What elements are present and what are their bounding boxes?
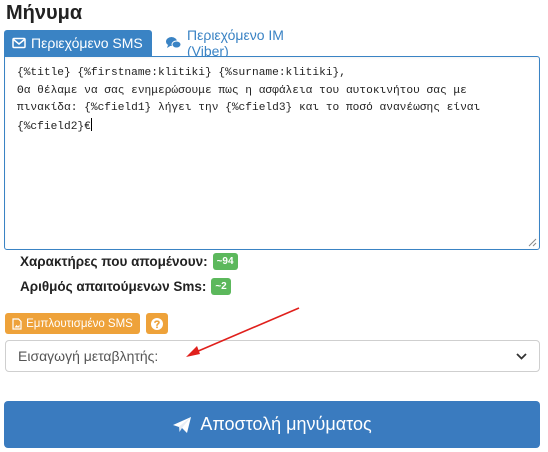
help-button[interactable] bbox=[146, 313, 168, 334]
insert-variable-select[interactable]: Εισαγωγή μεταβλητής: bbox=[5, 340, 540, 372]
question-circle-icon bbox=[151, 317, 163, 330]
remaining-characters: Χαρακτήρες που απομένουν: ~94 bbox=[20, 253, 238, 270]
tab-sms-content[interactable]: Περιεχόμενο SMS bbox=[4, 30, 152, 56]
message-text: {%title} {%firstname:klitiki} {%surname:… bbox=[17, 67, 481, 133]
chat-bubbles-icon bbox=[166, 37, 182, 49]
tab-viber-content[interactable]: Περιεχόμενο IM (Viber) bbox=[157, 27, 337, 59]
send-message-button[interactable]: Αποστολή μηνύματος bbox=[4, 401, 540, 448]
rich-sms-button[interactable]: Εμπλουτισμένο SMS bbox=[5, 313, 140, 334]
rich-sms-label: Εμπλουτισμένο SMS bbox=[26, 317, 133, 330]
envelope-icon bbox=[12, 37, 26, 49]
remaining-characters-badge: ~94 bbox=[212, 253, 238, 270]
required-sms-badge: ~2 bbox=[211, 278, 231, 295]
send-message-label: Αποστολή μηνύματος bbox=[200, 414, 372, 434]
required-sms-label: Αριθμός απαιτούμενων Sms: bbox=[20, 279, 207, 294]
required-sms-count: Αριθμός απαιτούμενων Sms: ~2 bbox=[20, 278, 231, 295]
page-title: Μήνυμα bbox=[6, 2, 83, 24]
tab-sms-label: Περιεχόμενο SMS bbox=[31, 35, 143, 51]
resize-grip-icon[interactable] bbox=[528, 238, 537, 247]
message-textarea[interactable]: {%title} {%firstname:klitiki} {%surname:… bbox=[4, 56, 540, 250]
text-cursor bbox=[90, 117, 92, 131]
file-image-icon bbox=[12, 317, 22, 330]
tab-viber-label: Περιεχόμενο IM (Viber) bbox=[187, 27, 284, 59]
chevron-down-icon bbox=[516, 352, 527, 360]
remaining-characters-label: Χαρακτήρες που απομένουν: bbox=[20, 254, 208, 269]
insert-variable-value: Εισαγωγή μεταβλητής: bbox=[18, 348, 159, 364]
paper-plane-icon bbox=[173, 416, 192, 433]
